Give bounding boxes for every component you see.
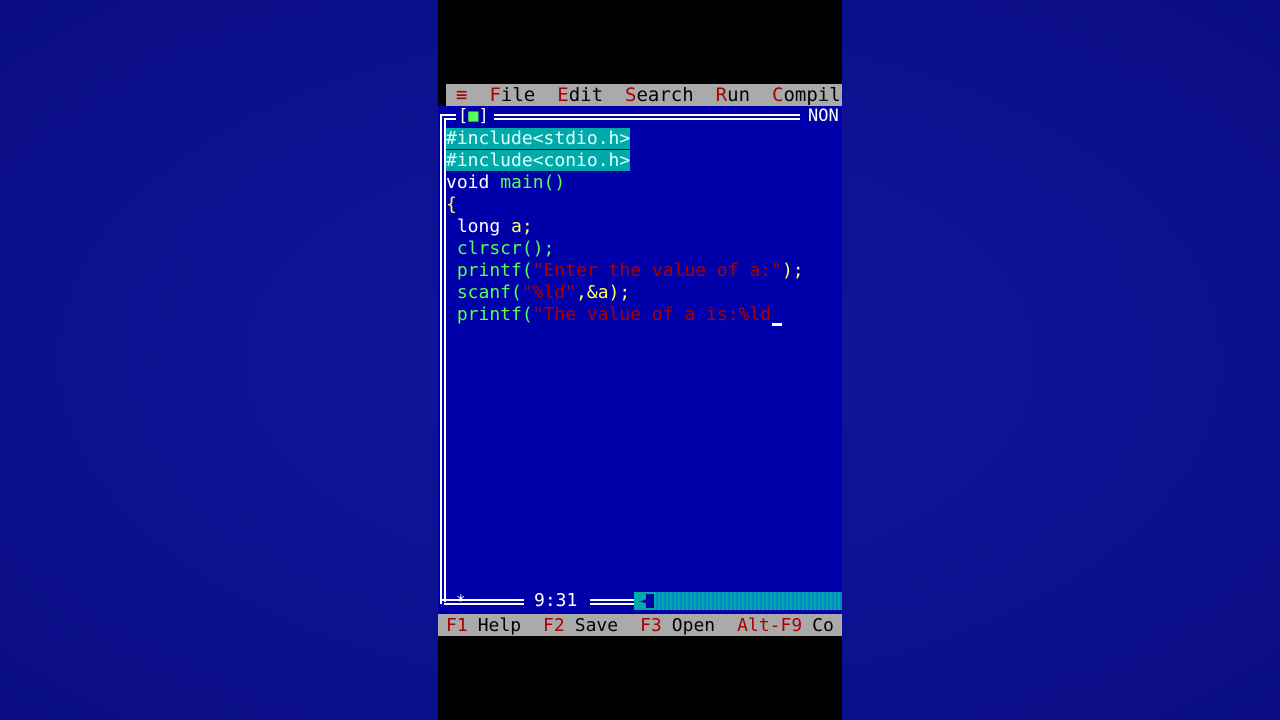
system-menu-icon[interactable]: ≡ — [456, 84, 467, 106]
frame-top-line — [494, 114, 800, 116]
window-close-button[interactable]: [■] — [458, 106, 489, 126]
frame-top-line — [440, 114, 456, 116]
code-area[interactable]: #include<stdio.h> #include<conio.h> void… — [446, 128, 838, 326]
hotkey-f2[interactable]: F2 — [543, 615, 565, 636]
code-line: printf("The value of a is:%ld — [446, 304, 838, 326]
menu-bar: ≡ File Edit Search Run Compile — [446, 84, 842, 106]
hotkey-label: Co — [812, 614, 834, 636]
code-line: printf("Enter the value of a:"); — [446, 260, 804, 281]
frame-left-line — [440, 116, 442, 604]
menu-run[interactable]: Run — [716, 84, 750, 106]
close-box-icon: ■ — [468, 106, 479, 126]
video-frame: ≡ File Edit Search Run Compile [■] NON #… — [438, 0, 842, 720]
window-title: NON — [808, 106, 839, 126]
code-line: void main() — [446, 172, 566, 193]
hotkey-alt-f9[interactable]: Alt-F9 — [737, 615, 802, 636]
modified-marker: * — [456, 591, 466, 610]
code-line: #include<conio.h> — [446, 150, 631, 171]
text-cursor — [772, 323, 783, 326]
menu-compile[interactable]: Compile — [772, 84, 842, 106]
code-line: #include<stdio.h> — [446, 128, 631, 149]
editor-window[interactable]: [■] NON #include<stdio.h> #include<conio… — [438, 106, 842, 614]
hotkey-f3[interactable]: F3 — [640, 615, 662, 636]
code-line: scanf("%ld",&a); — [446, 282, 631, 303]
code-line: clrscr(); — [446, 238, 555, 259]
frame-bottom-line — [440, 599, 524, 601]
code-line: long a; — [446, 216, 533, 237]
menu-search[interactable]: Search — [625, 84, 694, 106]
cursor-position: 9:31 — [534, 590, 578, 611]
hotkey-label: Help — [477, 614, 522, 636]
hotkey-label: Open — [671, 614, 716, 636]
hotkey-f1[interactable]: F1 — [446, 615, 468, 636]
menu-file[interactable]: File — [489, 84, 535, 106]
frame-bottom-line — [590, 599, 634, 601]
frame-bottom-line-inner — [590, 603, 634, 605]
horizontal-scrollbar[interactable] — [634, 592, 842, 610]
editor-bottom-frame: * 9:31 ◄ — [438, 590, 842, 612]
scrollbar-thumb[interactable] — [646, 594, 654, 608]
hotkey-status-bar: F1 Help F2 Save F3 Open Alt-F9 Co — [438, 614, 842, 636]
code-line: { — [446, 194, 457, 215]
hotkey-label: Save — [574, 614, 619, 636]
menu-edit[interactable]: Edit — [557, 84, 603, 106]
frame-top-line-inner — [494, 118, 800, 120]
